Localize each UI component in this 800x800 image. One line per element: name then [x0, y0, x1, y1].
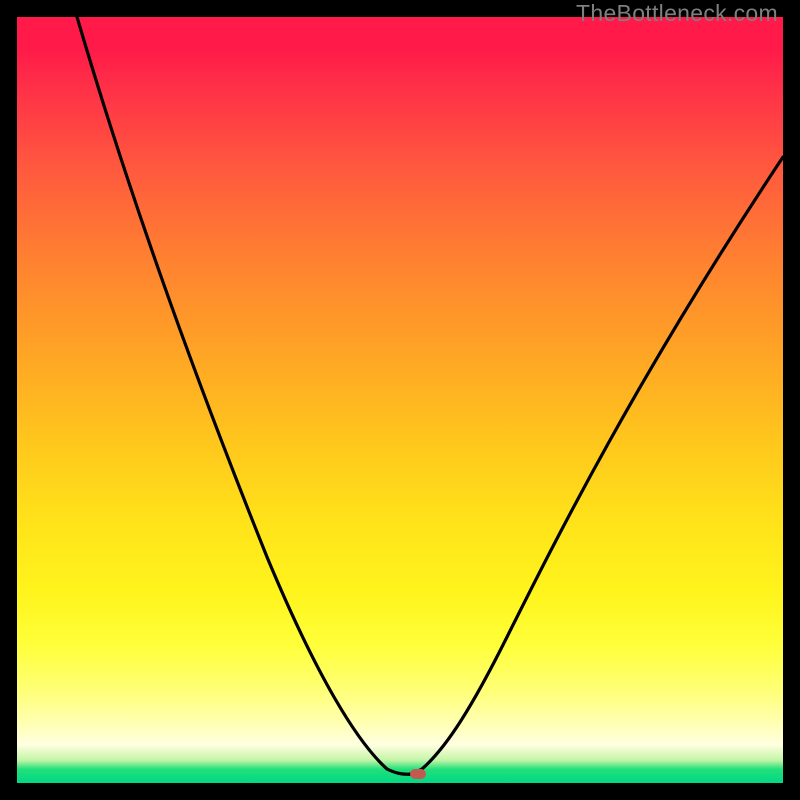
- bottleneck-curve: [17, 17, 783, 783]
- marker-dot: [410, 769, 426, 779]
- chart-frame: [17, 17, 783, 783]
- watermark-text: TheBottleneck.com: [576, 0, 778, 27]
- curve-path: [77, 17, 783, 774]
